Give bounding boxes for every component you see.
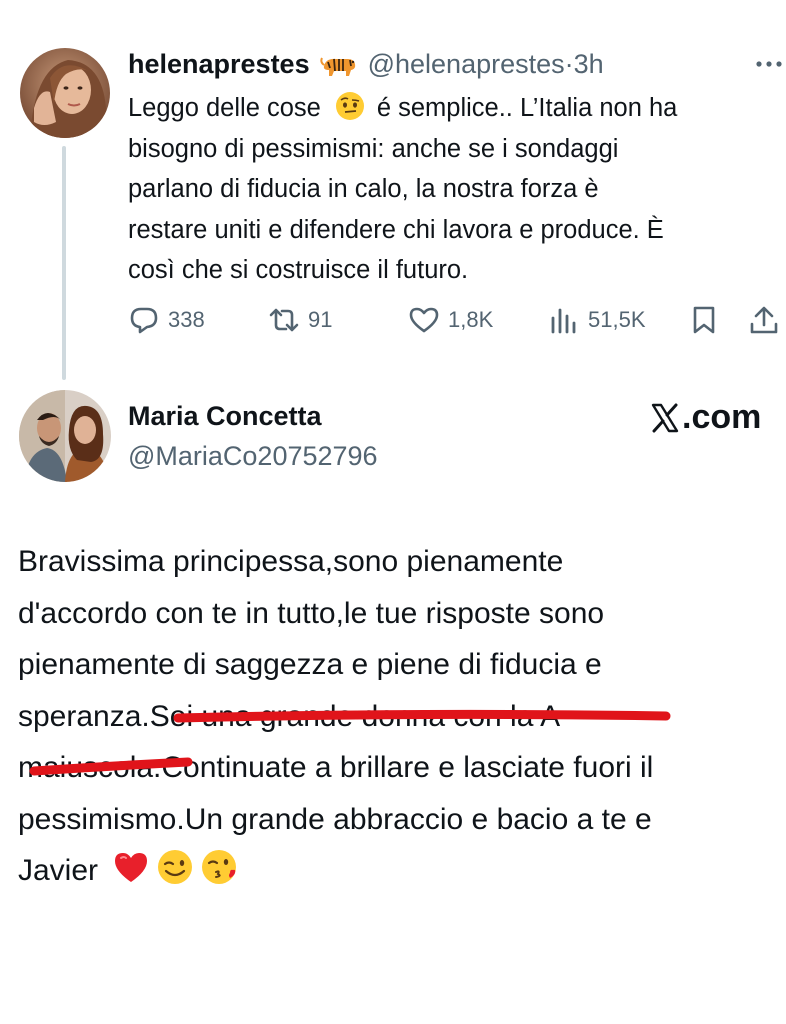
tweet-text-line: Leggo delle cose é semplice.. L’Italia n…	[128, 88, 786, 129]
heart-outline-icon	[409, 307, 439, 333]
reply-count: 338	[168, 307, 205, 332]
handle[interactable]: @helenaprestes	[368, 49, 565, 80]
avatar-helenaprestes[interactable]	[20, 48, 110, 138]
face-with-raised-eyebrow-icon	[335, 91, 365, 121]
bookmark-button[interactable]	[688, 300, 720, 340]
tweet-text: Leggo delle cose é semplice.. L’Italia n…	[128, 88, 786, 291]
tweet-text-line: così che si costruisce il futuro.	[128, 256, 469, 284]
reply-header: Maria Concetta @MariaCo20752796	[128, 398, 378, 474]
post-time[interactable]: 3h	[574, 49, 604, 80]
original-tweet: helenaprestes @helenaprestes · 3h Leggo …	[0, 0, 786, 380]
reply-text-line: pessimismo.Un grande abbraccio e bacio a…	[18, 802, 652, 836]
tweet-actions: 338 91 1,8K 51,5K	[128, 300, 786, 340]
brand-text: .com	[682, 398, 762, 436]
text-segment: Javier	[18, 854, 99, 887]
repost-arrows-icon	[269, 308, 299, 332]
text-segment: Leggo delle cose	[128, 94, 321, 122]
share-upload-icon	[750, 306, 778, 334]
reply-handle[interactable]: @MariaCo20752796	[128, 438, 378, 474]
share-button[interactable]	[748, 300, 780, 340]
speech-bubble-icon	[130, 307, 158, 334]
tiger-icon	[319, 50, 358, 78]
thread-connector-line	[62, 146, 66, 380]
reply-text-line-last: Javier	[18, 845, 786, 897]
reply-text-line: maiuscola.Continuate a brillare e lascia…	[18, 751, 654, 784]
bookmark-icon	[693, 306, 715, 334]
reply-button[interactable]: 338	[128, 300, 205, 340]
reply-text: Bravissima principessa,sono pienamente d…	[18, 536, 786, 897]
red-heart-icon	[112, 848, 150, 886]
views-button[interactable]: 51,5K	[548, 300, 646, 340]
reply-text-line: pienamente di saggezza e piene di fiduci…	[18, 648, 602, 681]
more-options-icon[interactable]	[752, 54, 786, 74]
tweet-text-line: restare uniti e difendere chi lavora e p…	[128, 215, 664, 244]
view-count: 51,5K	[588, 307, 646, 332]
repost-button[interactable]: 91	[268, 300, 332, 340]
repost-count: 91	[308, 307, 333, 332]
bar-chart-icon	[551, 308, 576, 334]
display-name[interactable]: helenaprestes	[128, 49, 310, 80]
reply-text-line: Bravissima principessa,sono pienamente	[18, 545, 564, 578]
reply-display-name[interactable]: Maria Concetta	[128, 398, 378, 434]
separator-dot: ·	[564, 48, 574, 79]
reply-text-line: speranza.Sei una grande donna con la A	[18, 699, 561, 733]
face-blowing-kiss-icon	[200, 848, 238, 886]
like-button[interactable]: 1,8K	[408, 300, 493, 340]
avatar-maria-concetta[interactable]	[19, 390, 111, 482]
tweet-header: helenaprestes @helenaprestes · 3h	[128, 46, 604, 82]
reply-text-line: d'accordo con te in tutto,le tue rispost…	[18, 596, 605, 630]
text-segment: é semplice.. L’Italia non ha	[376, 94, 678, 122]
like-count: 1,8K	[448, 307, 494, 332]
tweet-text-line: bisogno di pessimismi: anche se i sondag…	[128, 134, 619, 163]
winking-face-icon	[156, 848, 194, 886]
x-logo-icon	[651, 403, 679, 432]
tweet-text-line: parlano di fiducia in calo, la nostra fo…	[128, 175, 599, 203]
x-com-watermark: .com	[650, 398, 761, 437]
